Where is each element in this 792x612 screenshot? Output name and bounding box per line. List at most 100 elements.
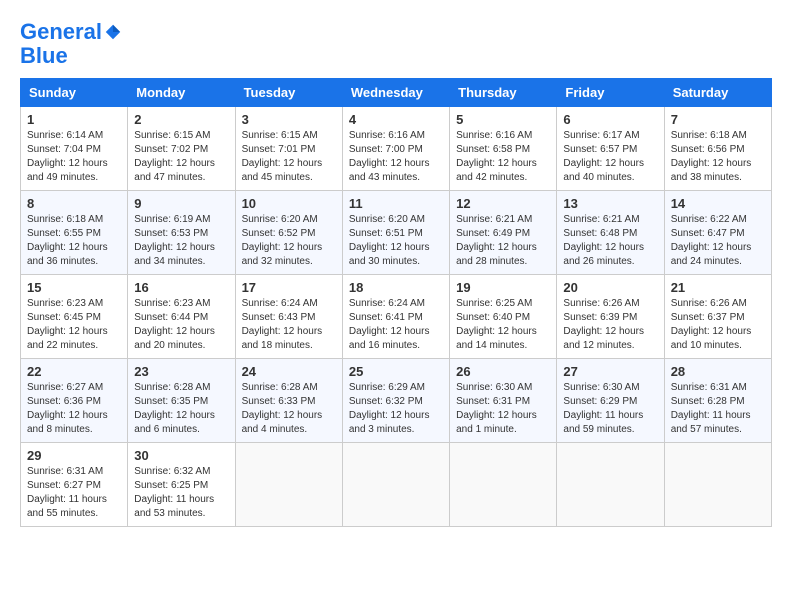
calendar-cell: 6 Sunrise: 6:17 AM Sunset: 6:57 PM Dayli…	[557, 107, 664, 191]
weekday-header: Wednesday	[342, 79, 449, 107]
day-info: Sunrise: 6:24 AM Sunset: 6:43 PM Dayligh…	[242, 297, 336, 353]
calendar-cell: 10 Sunrise: 6:20 AM Sunset: 6:52 PM Dayl…	[235, 191, 342, 275]
day-number: 11	[349, 196, 443, 211]
day-number: 27	[563, 364, 657, 379]
calendar-cell: 18 Sunrise: 6:24 AM Sunset: 6:41 PM Dayl…	[342, 275, 449, 359]
calendar-cell: 27 Sunrise: 6:30 AM Sunset: 6:29 PM Dayl…	[557, 359, 664, 443]
day-info: Sunrise: 6:15 AM Sunset: 7:02 PM Dayligh…	[134, 129, 228, 185]
calendar-cell: 25 Sunrise: 6:29 AM Sunset: 6:32 PM Dayl…	[342, 359, 449, 443]
day-info: Sunrise: 6:24 AM Sunset: 6:41 PM Dayligh…	[349, 297, 443, 353]
calendar-cell: 1 Sunrise: 6:14 AM Sunset: 7:04 PM Dayli…	[21, 107, 128, 191]
calendar-cell: 16 Sunrise: 6:23 AM Sunset: 6:44 PM Dayl…	[128, 275, 235, 359]
day-info: Sunrise: 6:32 AM Sunset: 6:25 PM Dayligh…	[134, 465, 228, 521]
day-info: Sunrise: 6:19 AM Sunset: 6:53 PM Dayligh…	[134, 213, 228, 269]
day-number: 7	[671, 112, 765, 127]
weekday-header: Tuesday	[235, 79, 342, 107]
calendar-cell: 21 Sunrise: 6:26 AM Sunset: 6:37 PM Dayl…	[664, 275, 771, 359]
day-number: 9	[134, 196, 228, 211]
logo-text: General	[20, 20, 102, 44]
calendar-cell	[235, 443, 342, 527]
day-info: Sunrise: 6:17 AM Sunset: 6:57 PM Dayligh…	[563, 129, 657, 185]
logo-icon	[104, 23, 122, 41]
calendar-cell: 15 Sunrise: 6:23 AM Sunset: 6:45 PM Dayl…	[21, 275, 128, 359]
day-info: Sunrise: 6:14 AM Sunset: 7:04 PM Dayligh…	[27, 129, 121, 185]
day-number: 6	[563, 112, 657, 127]
weekday-header: Saturday	[664, 79, 771, 107]
day-number: 15	[27, 280, 121, 295]
calendar-cell: 2 Sunrise: 6:15 AM Sunset: 7:02 PM Dayli…	[128, 107, 235, 191]
day-number: 24	[242, 364, 336, 379]
calendar-cell: 4 Sunrise: 6:16 AM Sunset: 7:00 PM Dayli…	[342, 107, 449, 191]
day-number: 23	[134, 364, 228, 379]
calendar-cell: 12 Sunrise: 6:21 AM Sunset: 6:49 PM Dayl…	[450, 191, 557, 275]
calendar-cell	[450, 443, 557, 527]
calendar-cell: 8 Sunrise: 6:18 AM Sunset: 6:55 PM Dayli…	[21, 191, 128, 275]
day-number: 5	[456, 112, 550, 127]
day-number: 22	[27, 364, 121, 379]
day-info: Sunrise: 6:27 AM Sunset: 6:36 PM Dayligh…	[27, 381, 121, 437]
calendar-cell: 7 Sunrise: 6:18 AM Sunset: 6:56 PM Dayli…	[664, 107, 771, 191]
calendar-cell: 30 Sunrise: 6:32 AM Sunset: 6:25 PM Dayl…	[128, 443, 235, 527]
day-info: Sunrise: 6:16 AM Sunset: 7:00 PM Dayligh…	[349, 129, 443, 185]
day-info: Sunrise: 6:31 AM Sunset: 6:27 PM Dayligh…	[27, 465, 121, 521]
day-number: 30	[134, 448, 228, 463]
day-info: Sunrise: 6:20 AM Sunset: 6:52 PM Dayligh…	[242, 213, 336, 269]
day-number: 20	[563, 280, 657, 295]
calendar-cell: 28 Sunrise: 6:31 AM Sunset: 6:28 PM Dayl…	[664, 359, 771, 443]
day-number: 4	[349, 112, 443, 127]
calendar-cell: 26 Sunrise: 6:30 AM Sunset: 6:31 PM Dayl…	[450, 359, 557, 443]
day-number: 25	[349, 364, 443, 379]
day-info: Sunrise: 6:25 AM Sunset: 6:40 PM Dayligh…	[456, 297, 550, 353]
logo-blue: Blue	[20, 44, 122, 68]
day-number: 16	[134, 280, 228, 295]
calendar-week-row: 15 Sunrise: 6:23 AM Sunset: 6:45 PM Dayl…	[21, 275, 772, 359]
calendar-week-row: 29 Sunrise: 6:31 AM Sunset: 6:27 PM Dayl…	[21, 443, 772, 527]
day-number: 13	[563, 196, 657, 211]
day-number: 14	[671, 196, 765, 211]
calendar-week-row: 1 Sunrise: 6:14 AM Sunset: 7:04 PM Dayli…	[21, 107, 772, 191]
logo: General Blue	[20, 20, 122, 68]
day-info: Sunrise: 6:30 AM Sunset: 6:29 PM Dayligh…	[563, 381, 657, 437]
calendar-cell: 29 Sunrise: 6:31 AM Sunset: 6:27 PM Dayl…	[21, 443, 128, 527]
day-info: Sunrise: 6:29 AM Sunset: 6:32 PM Dayligh…	[349, 381, 443, 437]
day-number: 18	[349, 280, 443, 295]
calendar-cell: 23 Sunrise: 6:28 AM Sunset: 6:35 PM Dayl…	[128, 359, 235, 443]
calendar-cell	[557, 443, 664, 527]
day-number: 17	[242, 280, 336, 295]
day-info: Sunrise: 6:23 AM Sunset: 6:45 PM Dayligh…	[27, 297, 121, 353]
day-info: Sunrise: 6:28 AM Sunset: 6:33 PM Dayligh…	[242, 381, 336, 437]
day-info: Sunrise: 6:22 AM Sunset: 6:47 PM Dayligh…	[671, 213, 765, 269]
day-number: 10	[242, 196, 336, 211]
day-info: Sunrise: 6:21 AM Sunset: 6:48 PM Dayligh…	[563, 213, 657, 269]
day-info: Sunrise: 6:18 AM Sunset: 6:56 PM Dayligh…	[671, 129, 765, 185]
calendar-cell: 24 Sunrise: 6:28 AM Sunset: 6:33 PM Dayl…	[235, 359, 342, 443]
calendar-header-row: SundayMondayTuesdayWednesdayThursdayFrid…	[21, 79, 772, 107]
day-info: Sunrise: 6:26 AM Sunset: 6:39 PM Dayligh…	[563, 297, 657, 353]
header: General Blue	[20, 20, 772, 68]
day-info: Sunrise: 6:26 AM Sunset: 6:37 PM Dayligh…	[671, 297, 765, 353]
calendar-cell: 22 Sunrise: 6:27 AM Sunset: 6:36 PM Dayl…	[21, 359, 128, 443]
calendar-cell: 11 Sunrise: 6:20 AM Sunset: 6:51 PM Dayl…	[342, 191, 449, 275]
calendar-cell: 9 Sunrise: 6:19 AM Sunset: 6:53 PM Dayli…	[128, 191, 235, 275]
calendar: SundayMondayTuesdayWednesdayThursdayFrid…	[20, 78, 772, 527]
day-number: 29	[27, 448, 121, 463]
day-info: Sunrise: 6:15 AM Sunset: 7:01 PM Dayligh…	[242, 129, 336, 185]
calendar-body: 1 Sunrise: 6:14 AM Sunset: 7:04 PM Dayli…	[21, 107, 772, 527]
day-number: 21	[671, 280, 765, 295]
day-info: Sunrise: 6:21 AM Sunset: 6:49 PM Dayligh…	[456, 213, 550, 269]
calendar-cell: 17 Sunrise: 6:24 AM Sunset: 6:43 PM Dayl…	[235, 275, 342, 359]
day-info: Sunrise: 6:23 AM Sunset: 6:44 PM Dayligh…	[134, 297, 228, 353]
weekday-header: Monday	[128, 79, 235, 107]
calendar-cell: 14 Sunrise: 6:22 AM Sunset: 6:47 PM Dayl…	[664, 191, 771, 275]
day-info: Sunrise: 6:20 AM Sunset: 6:51 PM Dayligh…	[349, 213, 443, 269]
calendar-cell	[664, 443, 771, 527]
calendar-week-row: 22 Sunrise: 6:27 AM Sunset: 6:36 PM Dayl…	[21, 359, 772, 443]
day-info: Sunrise: 6:18 AM Sunset: 6:55 PM Dayligh…	[27, 213, 121, 269]
calendar-cell: 3 Sunrise: 6:15 AM Sunset: 7:01 PM Dayli…	[235, 107, 342, 191]
calendar-week-row: 8 Sunrise: 6:18 AM Sunset: 6:55 PM Dayli…	[21, 191, 772, 275]
calendar-cell	[342, 443, 449, 527]
weekday-header: Friday	[557, 79, 664, 107]
day-number: 3	[242, 112, 336, 127]
calendar-cell: 5 Sunrise: 6:16 AM Sunset: 6:58 PM Dayli…	[450, 107, 557, 191]
day-info: Sunrise: 6:31 AM Sunset: 6:28 PM Dayligh…	[671, 381, 765, 437]
